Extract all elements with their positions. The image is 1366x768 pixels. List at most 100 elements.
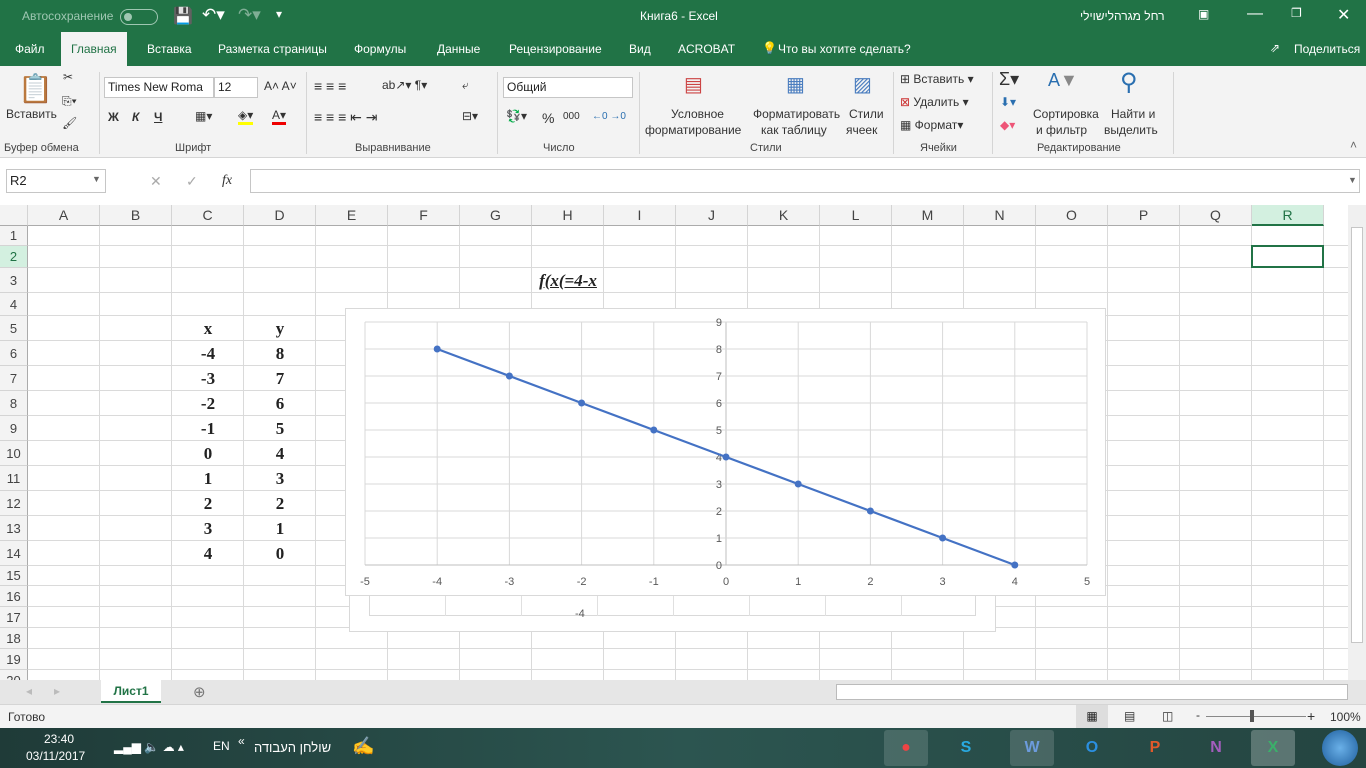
column-header-J[interactable]: J xyxy=(676,205,748,226)
tab-formulas[interactable]: Формулы xyxy=(344,32,416,66)
taskbar-word[interactable]: W xyxy=(1010,730,1054,766)
sort-filter-label[interactable]: и фильтр xyxy=(1036,123,1087,137)
find-select-label[interactable]: выделить xyxy=(1104,123,1158,137)
network-icon[interactable]: ▂▄▆ 🔈 ☁ ▴ xyxy=(114,740,184,754)
cell-C13[interactable]: 3 xyxy=(172,516,244,541)
cell-C14[interactable]: 4 xyxy=(172,541,244,566)
close-button[interactable]: ✕ xyxy=(1337,5,1350,25)
share-button[interactable]: Поделиться xyxy=(1294,42,1360,56)
column-header-I[interactable]: I xyxy=(604,205,676,226)
row-header-5[interactable]: 5 xyxy=(0,316,28,341)
cell-D7[interactable]: 7 xyxy=(244,366,316,391)
column-header-A[interactable]: A xyxy=(28,205,100,226)
row-header-9[interactable]: 9 xyxy=(0,416,28,441)
row-header-7[interactable]: 7 xyxy=(0,366,28,391)
insert-cells-button[interactable]: ⊞ Вставить ▾ xyxy=(900,72,974,86)
column-header-K[interactable]: K xyxy=(748,205,820,226)
format-table-icon[interactable]: ▦ xyxy=(786,72,805,97)
ribbon-display-icon[interactable]: ▣ xyxy=(1198,7,1209,21)
format-table-label[interactable]: как таблицу xyxy=(761,123,827,137)
cell-D6[interactable]: 8 xyxy=(244,341,316,366)
cut-icon[interactable]: ✂ xyxy=(63,70,73,84)
row-header-11[interactable]: 11 xyxy=(0,466,28,491)
cancel-icon[interactable]: ✕ xyxy=(150,173,162,190)
find-select-button[interactable]: Найти и xyxy=(1111,107,1155,121)
font-name-select[interactable]: Times New Roma xyxy=(104,77,214,98)
page-layout-view-icon[interactable]: ▤ xyxy=(1124,709,1135,723)
percent-button[interactable]: % xyxy=(542,110,554,126)
taskbar-excel[interactable]: X xyxy=(1251,730,1295,766)
borders-icon[interactable]: ▦▾ xyxy=(195,109,212,123)
page-break-view-icon[interactable]: ◫ xyxy=(1162,709,1173,723)
name-box-dropdown-icon[interactable]: ▼ xyxy=(92,174,101,184)
taskbar-chrome[interactable]: ● xyxy=(884,730,928,766)
row-header-10[interactable]: 10 xyxy=(0,441,28,466)
row-header-12[interactable]: 12 xyxy=(0,491,28,516)
copy-icon[interactable]: ⎘▾ xyxy=(62,94,77,109)
sort-filter-button[interactable]: Сортировка xyxy=(1033,107,1099,121)
sheet-tab-list1[interactable]: Лист1 xyxy=(101,680,161,703)
column-header-G[interactable]: G xyxy=(460,205,532,226)
tab-insert[interactable]: Вставка xyxy=(137,32,202,66)
add-sheet-icon[interactable]: ⊕ xyxy=(193,683,206,701)
selected-cell-R2[interactable] xyxy=(1251,245,1324,268)
decimal-icon[interactable]: ←0 →0 xyxy=(592,111,626,122)
taskbar-skype[interactable]: S xyxy=(944,730,988,766)
thousands-button[interactable]: 000 xyxy=(563,111,580,122)
column-header-F[interactable]: F xyxy=(388,205,460,226)
autosave-toggle[interactable] xyxy=(120,9,158,25)
paste-icon[interactable]: 📋 xyxy=(18,72,53,105)
tab-data[interactable]: Данные xyxy=(427,32,490,66)
row-header-17[interactable]: 17 xyxy=(0,607,28,628)
formula-input[interactable] xyxy=(250,169,1360,193)
font-size-select[interactable]: 12 xyxy=(214,77,258,98)
customize-qat-icon[interactable]: ▾ xyxy=(276,7,282,21)
cell-D8[interactable]: 6 xyxy=(244,391,316,416)
zoom-slider[interactable] xyxy=(1206,716,1306,717)
redo-icon[interactable]: ↷▾ xyxy=(238,5,261,25)
format-cells-button[interactable]: ▦ Формат▾ xyxy=(900,118,963,132)
tab-file[interactable]: Файл xyxy=(5,32,55,66)
tab-view[interactable]: Вид xyxy=(619,32,661,66)
minimize-button[interactable]: — xyxy=(1247,5,1263,23)
number-format-select[interactable]: Общий xyxy=(503,77,633,98)
undo-icon[interactable]: ↶▾ xyxy=(202,5,225,25)
column-header-H[interactable]: H xyxy=(532,205,604,226)
column-header-R[interactable]: R xyxy=(1252,205,1324,226)
toolbar-expand-icon[interactable]: « xyxy=(238,734,245,748)
paste-button[interactable]: Вставить xyxy=(6,107,57,121)
row-header-8[interactable]: 8 xyxy=(0,391,28,416)
row-header-2[interactable]: 2 xyxy=(0,246,28,268)
clock-date[interactable]: 03/11/2017 xyxy=(26,749,85,763)
save-icon[interactable]: 💾 xyxy=(173,6,193,26)
column-header-N[interactable]: N xyxy=(964,205,1036,226)
cell-C9[interactable]: -1 xyxy=(172,416,244,441)
row-header-19[interactable]: 19 xyxy=(0,649,28,670)
autosum-icon[interactable]: Σ▾ xyxy=(999,69,1019,90)
sort-filter-icon[interactable]: A▼ xyxy=(1048,70,1078,91)
cell-D10[interactable]: 4 xyxy=(244,441,316,466)
column-header-C[interactable]: C xyxy=(172,205,244,226)
desktop-toolbar[interactable]: שולחן העבודה xyxy=(254,740,331,755)
conditional-format-icon[interactable]: ▤ xyxy=(684,72,703,97)
tab-page-layout[interactable]: Разметка страницы xyxy=(208,32,337,66)
normal-view-icon[interactable]: ▦ xyxy=(1076,705,1108,728)
orientation-icon[interactable]: ab↗▾ ¶▾ xyxy=(382,78,427,92)
next-sheet-icon[interactable]: ▸ xyxy=(54,684,60,698)
expand-formula-icon[interactable]: ▼ xyxy=(1348,175,1357,185)
italic-button[interactable]: К xyxy=(132,110,139,124)
worksheet-grid[interactable]: A B C D E F G H I J K L M N O P Q R 1 2 3 4 5 6 7 8 9 10 11 12 13 14 15 1… xyxy=(0,205,1348,680)
conditional-format-button[interactable]: Условное xyxy=(671,107,724,121)
row-header-13[interactable]: 13 xyxy=(0,516,28,541)
bold-button[interactable]: Ж xyxy=(108,110,119,124)
row-header-6[interactable]: 6 xyxy=(0,341,28,366)
clock-time[interactable]: 23:40 xyxy=(44,732,74,746)
cell-D12[interactable]: 2 xyxy=(244,491,316,516)
align-left-icon[interactable]: ≡ ≡ ≡ ⇤ ⇥ xyxy=(314,109,378,126)
zoom-out-button[interactable]: - xyxy=(1196,708,1200,722)
horizontal-scrollbar[interactable] xyxy=(836,684,1348,700)
format-painter-icon[interactable]: 🖌 xyxy=(62,116,77,130)
user-name[interactable]: רחל מגרהלישוילי xyxy=(1080,9,1165,23)
cell-C7[interactable]: -3 xyxy=(172,366,244,391)
cell-D9[interactable]: 5 xyxy=(244,416,316,441)
